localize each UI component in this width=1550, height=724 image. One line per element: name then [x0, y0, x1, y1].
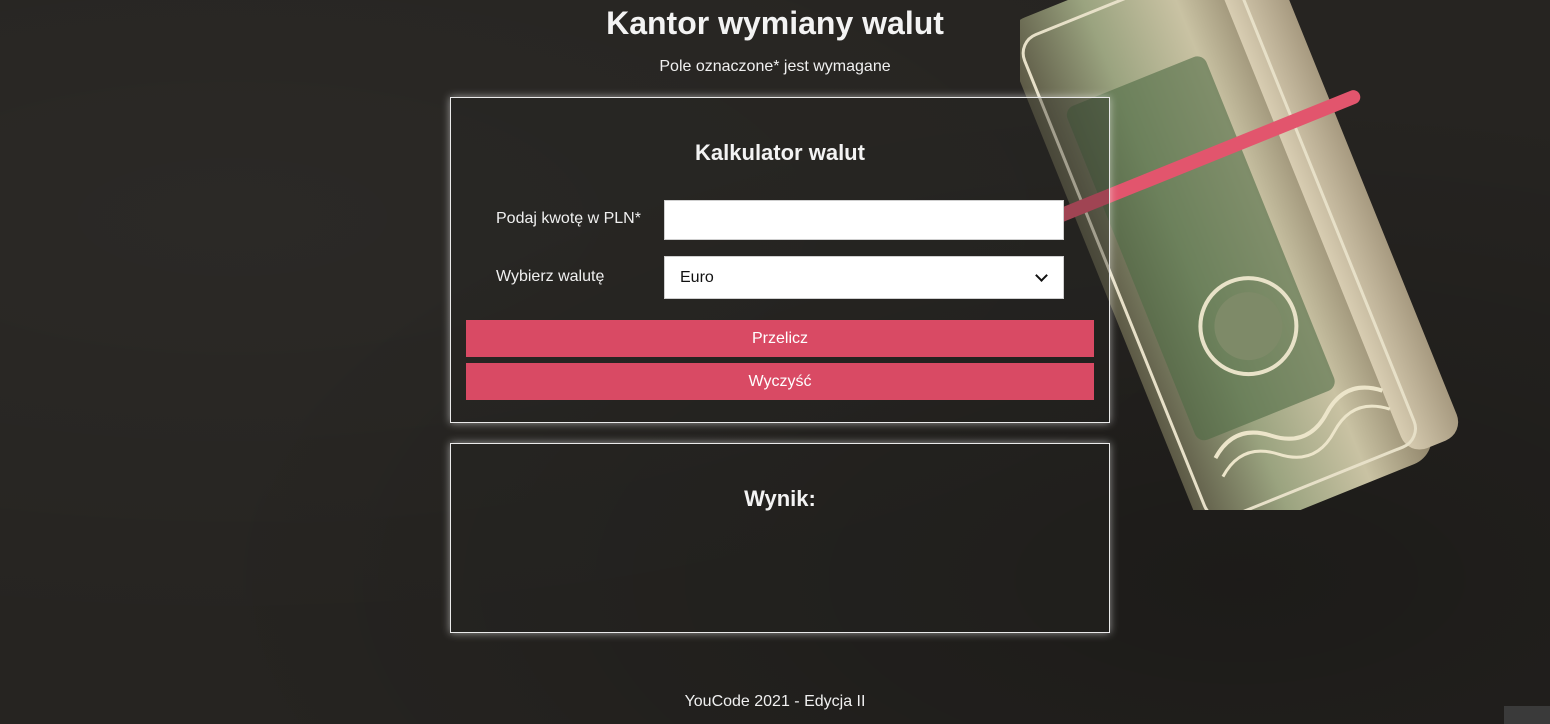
amount-label: Podaj kwotę w PLN* [496, 210, 641, 227]
footer-text: YouCode 2021 - Edycja II [684, 693, 866, 710]
required-field-note: Pole oznaczone* jest wymagane [659, 58, 891, 75]
currency-label: Wybierz walutę [496, 268, 605, 285]
page-title: Kantor wymiany walut [606, 5, 944, 41]
calculator-title: Kalkulator walut [695, 140, 865, 165]
corner-widget [1504, 706, 1550, 724]
result-title: Wynik: [744, 486, 816, 511]
currency-select[interactable]: Euro [664, 256, 1064, 299]
currency-selected-value: Euro [680, 268, 714, 286]
amount-input[interactable] [664, 200, 1064, 240]
chevron-down-icon [1035, 268, 1048, 282]
calculator-card: Kalkulator walut Podaj kwotę w PLN* Wybi… [450, 97, 1110, 423]
clear-button[interactable]: Wyczyść [466, 363, 1094, 400]
result-card: Wynik: [450, 443, 1110, 633]
calculate-button[interactable]: Przelicz [466, 320, 1094, 357]
